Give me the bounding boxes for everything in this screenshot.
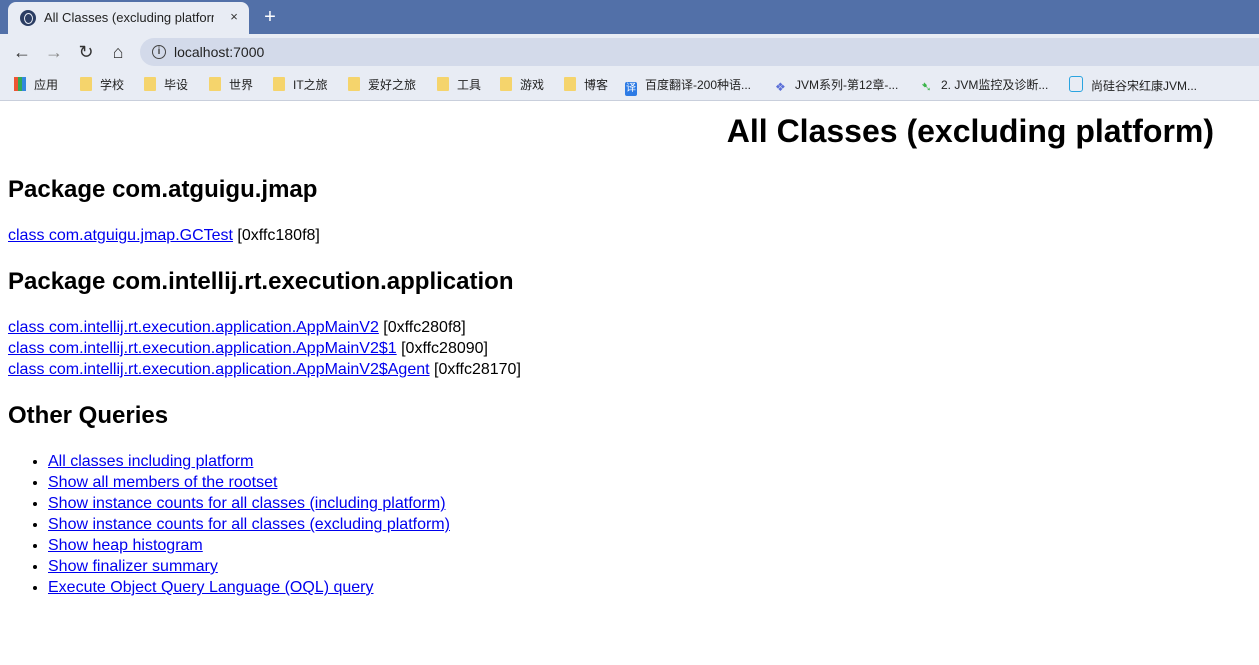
active-tab[interactable]: All Classes (excluding platform) × — [8, 2, 249, 34]
bookmark-apps[interactable]: 应用 — [14, 76, 58, 94]
bilibili-icon — [1069, 76, 1083, 92]
class-address: [0xffc280f8] — [378, 319, 466, 336]
bookmark-it-journey[interactable]: IT之旅 — [273, 76, 328, 94]
query-link[interactable]: Show finalizer summary — [48, 558, 218, 575]
address-bar[interactable]: i localhost:7000 — [140, 38, 1259, 66]
bookmark-games[interactable]: 游戏 — [500, 76, 544, 94]
list-item: Show finalizer summary — [48, 556, 450, 577]
query-link[interactable]: Execute Object Query Language (OQL) quer… — [48, 579, 374, 596]
bookmark-world[interactable]: 世界 — [209, 76, 253, 94]
bookmark-blog[interactable]: 博客 — [564, 76, 608, 94]
site-icon: ❖ — [775, 80, 786, 94]
class-link[interactable]: class com.intellij.rt.execution.applicat… — [8, 319, 379, 336]
bookmark-bilibili-jvm[interactable]: 尚硅谷宋红康JVM... — [1069, 76, 1197, 94]
back-button[interactable]: ← — [10, 40, 34, 64]
apps-grid-icon — [14, 77, 26, 91]
list-item: Show all members of the rootset — [48, 472, 450, 493]
page-title: All Classes (excluding platform) — [726, 113, 1214, 149]
bookmark-hobby[interactable]: 爱好之旅 — [348, 76, 416, 94]
folder-icon — [348, 77, 360, 91]
list-item: Show heap histogram — [48, 535, 450, 556]
folder-icon — [564, 77, 576, 91]
translate-icon: 译 — [625, 82, 637, 96]
list-item: Show instance counts for all classes (in… — [48, 493, 450, 514]
info-icon[interactable]: i — [152, 45, 166, 59]
reload-button[interactable]: ↻ — [74, 40, 98, 64]
globe-icon — [20, 10, 36, 26]
bookmark-jvm-monitor[interactable]: ➷ 2. JVM监控及诊断... — [921, 76, 1048, 94]
class-entry: class com.intellij.rt.execution.applicat… — [8, 319, 466, 337]
query-link[interactable]: Show all members of the rootset — [48, 474, 277, 491]
class-address: [0xffc28170] — [429, 361, 521, 378]
queries-list: All classes including platform Show all … — [8, 451, 450, 598]
site-icon: ➷ — [921, 79, 932, 94]
list-item: All classes including platform — [48, 451, 450, 472]
folder-icon — [209, 77, 221, 91]
browser-toolbar: ← → ↻ ⌂ i localhost:7000 — [0, 34, 1259, 70]
folder-icon — [80, 77, 92, 91]
new-tab-button[interactable]: + — [258, 5, 282, 29]
home-button[interactable]: ⌂ — [106, 40, 130, 64]
bookmark-school[interactable]: 学校 — [80, 76, 124, 94]
list-item: Show instance counts for all classes (ex… — [48, 514, 450, 535]
query-link[interactable]: Show instance counts for all classes (ex… — [48, 516, 450, 533]
folder-icon — [144, 77, 156, 91]
class-address: [0xffc180f8] — [232, 227, 320, 244]
url-text[interactable]: localhost:7000 — [174, 44, 264, 60]
class-link[interactable]: class com.intellij.rt.execution.applicat… — [8, 361, 430, 378]
folder-icon — [437, 77, 449, 91]
query-link[interactable]: Show heap histogram — [48, 537, 203, 554]
folder-icon — [273, 77, 285, 91]
query-link[interactable]: All classes including platform — [48, 453, 253, 470]
class-address: [0xffc28090] — [396, 340, 488, 357]
class-link[interactable]: class com.intellij.rt.execution.applicat… — [8, 340, 397, 357]
other-queries-heading: Other Queries — [8, 402, 169, 429]
class-entry: class com.atguigu.jmap.GCTest [0xffc180f… — [8, 227, 320, 245]
page-content: All Classes (excluding platform) Package… — [0, 101, 1259, 665]
tab-strip: All Classes (excluding platform) × + — [0, 0, 1259, 34]
class-entry: class com.intellij.rt.execution.applicat… — [8, 340, 488, 358]
class-entry: class com.intellij.rt.execution.applicat… — [8, 361, 521, 379]
bookmarks-bar: 应用 学校 毕设 世界 IT之旅 爱好之旅 工具 游戏 博客 译百度翻译-200… — [0, 70, 1259, 101]
bookmark-baidu-translate[interactable]: 译百度翻译-200种语... — [625, 76, 751, 96]
folder-icon — [500, 77, 512, 91]
bookmark-thesis[interactable]: 毕设 — [144, 76, 188, 94]
tab-title: All Classes (excluding platform) — [44, 10, 214, 25]
list-item: Execute Object Query Language (OQL) quer… — [48, 577, 450, 598]
close-tab-button[interactable]: × — [224, 7, 244, 27]
bookmark-jvm-ch12[interactable]: ❖ JVM系列-第12章-... — [775, 76, 898, 94]
forward-button[interactable]: → — [42, 40, 66, 64]
package-heading: Package com.intellij.rt.execution.applic… — [8, 268, 514, 295]
bookmark-tools[interactable]: 工具 — [437, 76, 481, 94]
query-link[interactable]: Show instance counts for all classes (in… — [48, 495, 446, 512]
package-heading: Package com.atguigu.jmap — [8, 176, 318, 203]
class-link[interactable]: class com.atguigu.jmap.GCTest — [8, 227, 233, 244]
